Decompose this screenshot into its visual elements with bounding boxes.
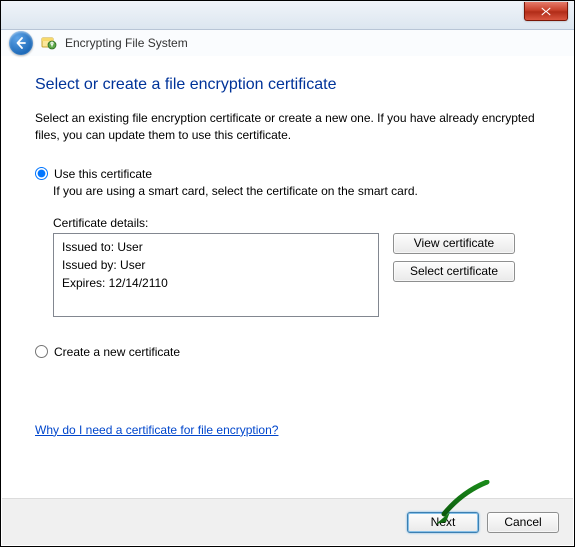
content-area: Select or create a file encryption certi… (1, 56, 574, 437)
cert-issued-by: Issued by: User (62, 256, 370, 274)
help-link[interactable]: Why do I need a certificate for file enc… (35, 423, 278, 437)
next-button[interactable]: Next (407, 512, 479, 533)
certificate-details-box: Issued to: User Issued by: User Expires:… (53, 233, 379, 317)
cancel-button[interactable]: Cancel (487, 512, 559, 533)
header-bar: Encrypting File System (1, 30, 574, 56)
option-create-certificate[interactable]: Create a new certificate (35, 345, 540, 359)
efs-icon (41, 35, 57, 51)
intro-text: Select an existing file encryption certi… (35, 110, 540, 145)
footer-bar: Next Cancel (2, 498, 573, 545)
title-bar (1, 1, 574, 30)
option-use-label: Use this certificate (54, 167, 152, 181)
certificate-side-buttons: View certificate Select certificate (393, 233, 515, 317)
view-certificate-button[interactable]: View certificate (393, 233, 515, 254)
cert-expires: Expires: 12/14/2110 (62, 274, 370, 292)
option-use-certificate[interactable]: Use this certificate (35, 167, 540, 181)
select-certificate-button[interactable]: Select certificate (393, 261, 515, 282)
certificate-details-label: Certificate details: (53, 216, 540, 230)
page-headline: Select or create a file encryption certi… (35, 76, 540, 94)
radio-create-certificate[interactable] (35, 345, 48, 358)
wizard-window: Encrypting File System Select or create … (0, 0, 575, 547)
close-button[interactable] (524, 2, 568, 21)
back-arrow-icon (15, 37, 27, 49)
back-button[interactable] (9, 31, 33, 55)
header-title: Encrypting File System (65, 36, 188, 50)
option-create-label: Create a new certificate (54, 345, 180, 359)
close-icon (541, 7, 551, 16)
certificate-details-row: Issued to: User Issued by: User Expires:… (53, 233, 540, 317)
radio-use-certificate[interactable] (35, 167, 48, 180)
option-use-note: If you are using a smart card, select th… (53, 184, 540, 198)
cert-issued-to: Issued to: User (62, 238, 370, 256)
